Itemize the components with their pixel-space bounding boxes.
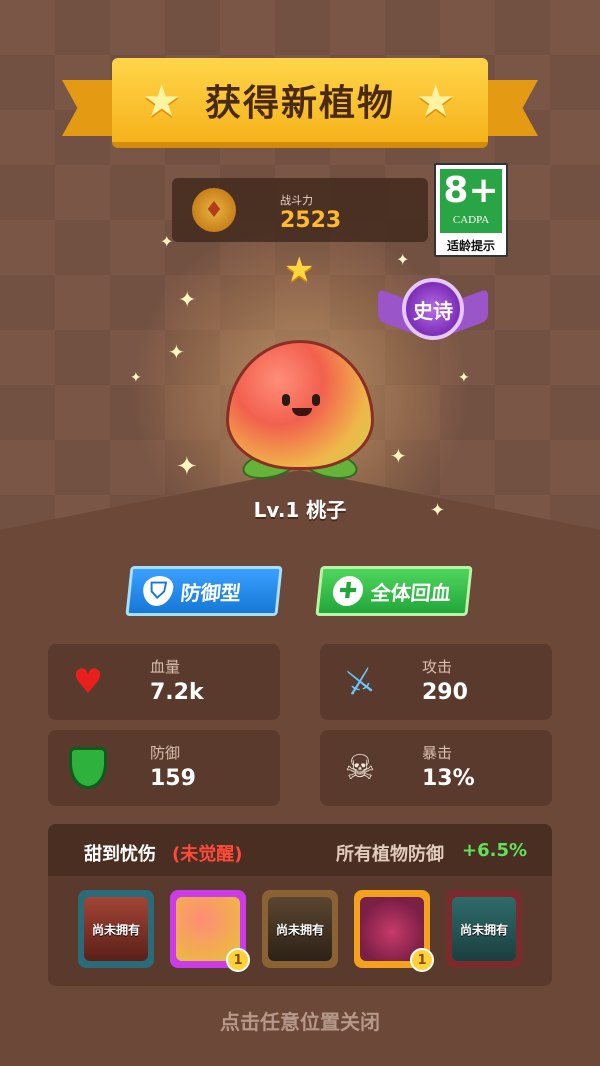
eye [282,394,290,406]
age-rating-badge: 8+ CADPA 适龄提示 [434,163,508,257]
heart-icon: ♥ [72,662,104,702]
age-rating-number: 8+ [443,170,499,211]
sparkle-icon: ✦ [160,232,174,251]
combat-power-panel: ♦ 战斗力 2523 [172,178,428,242]
synergy-bonus-value: +6.5% [462,840,528,861]
skull-icon: ☠ [344,748,376,788]
synergy-name: 甜到忧伤 [84,844,156,865]
star-icon: ★ [142,76,182,127]
sparkle-icon: ✦ [176,452,198,482]
stat-value: 13% [422,766,475,791]
rank-medal-icon: ♦ [192,188,236,232]
card-label: 尚未拥有 [84,897,148,961]
star-icon: ★ [416,76,456,127]
stat-label: 暴击 [422,744,453,762]
sparkle-icon: ✦ [396,250,410,269]
sparkle-icon: ✦ [168,340,185,364]
synergy-bonus-label: 所有植物防御 [336,844,444,865]
star-icon: ★ [284,250,315,290]
plant-peach-image [226,340,376,490]
sparkle-icon: ✦ [430,500,446,521]
stat-label: 攻击 [422,658,453,676]
plant-card[interactable]: 1 [170,890,250,972]
title-banner: 获得新植物 ★ ★ [62,58,538,158]
stat-value: 290 [422,680,468,705]
tag-team-heal[interactable]: ✚ 全体回血 [315,566,473,616]
plus-icon: ✚ [331,576,365,606]
card-level-badge: 1 [410,948,434,972]
rarity-badge: 史诗 [378,278,488,362]
plant-card[interactable]: 尚未拥有 [446,890,522,968]
banner-title: 获得新植物 [204,83,395,124]
synergy-panel: 甜到忧伤 (未觉醒) 所有植物防御 +6.5% 尚未拥有 1 尚未拥有 1 尚未… [48,824,552,986]
sparkle-icon: ✦ [458,370,470,386]
shield-icon [66,746,110,790]
stat-label: 血量 [150,658,181,676]
tag-label: 全体回血 [369,580,453,605]
sword-icon: ⚔ [341,659,379,705]
stat-crit: ☠ 暴击 13% [320,730,552,806]
age-rating-org: CADPA [452,214,490,226]
stat-attack: ⚔ 攻击 290 [320,644,552,720]
eye [312,394,320,406]
tag-label: 防御型 [179,580,243,605]
shield-icon: ⛉ [141,576,175,606]
close-hint[interactable]: 点击任意位置关闭 [0,1006,600,1035]
tag-defense-type[interactable]: ⛉ 防御型 [125,566,283,616]
combat-power-value: 2523 [280,208,342,233]
plant-name: Lv.1 桃子 [253,498,347,522]
plant-card[interactable]: 尚未拥有 [262,890,338,968]
plant-card[interactable]: 1 [354,890,434,972]
age-rating-hint: 适龄提示 [446,239,495,253]
card-label: 尚未拥有 [268,897,332,961]
plant-card[interactable]: 尚未拥有 [78,890,154,968]
synergy-header: 甜到忧伤 (未觉醒) 所有植物防御 +6.5% [48,824,552,876]
sparkle-icon: ✦ [178,288,197,313]
age-rating-box: 8+ CADPA [440,169,502,233]
stat-defense: 防御 159 [48,730,280,806]
stat-label: 防御 [150,744,181,762]
synergy-status: (未觉醒) [172,844,243,865]
peach-face [272,390,332,420]
stat-hp: ♥ 血量 7.2k [48,644,280,720]
card-level-badge: 1 [226,948,250,972]
sparkle-icon: ✦ [130,370,142,386]
combat-power-label: 战斗力 [280,194,313,207]
sparkle-icon: ✦ [390,444,407,468]
rarity-label: 史诗 [402,278,464,340]
stat-value: 159 [150,766,196,791]
card-label: 尚未拥有 [452,897,516,961]
stat-value: 7.2k [150,680,204,705]
mouth [292,408,312,416]
